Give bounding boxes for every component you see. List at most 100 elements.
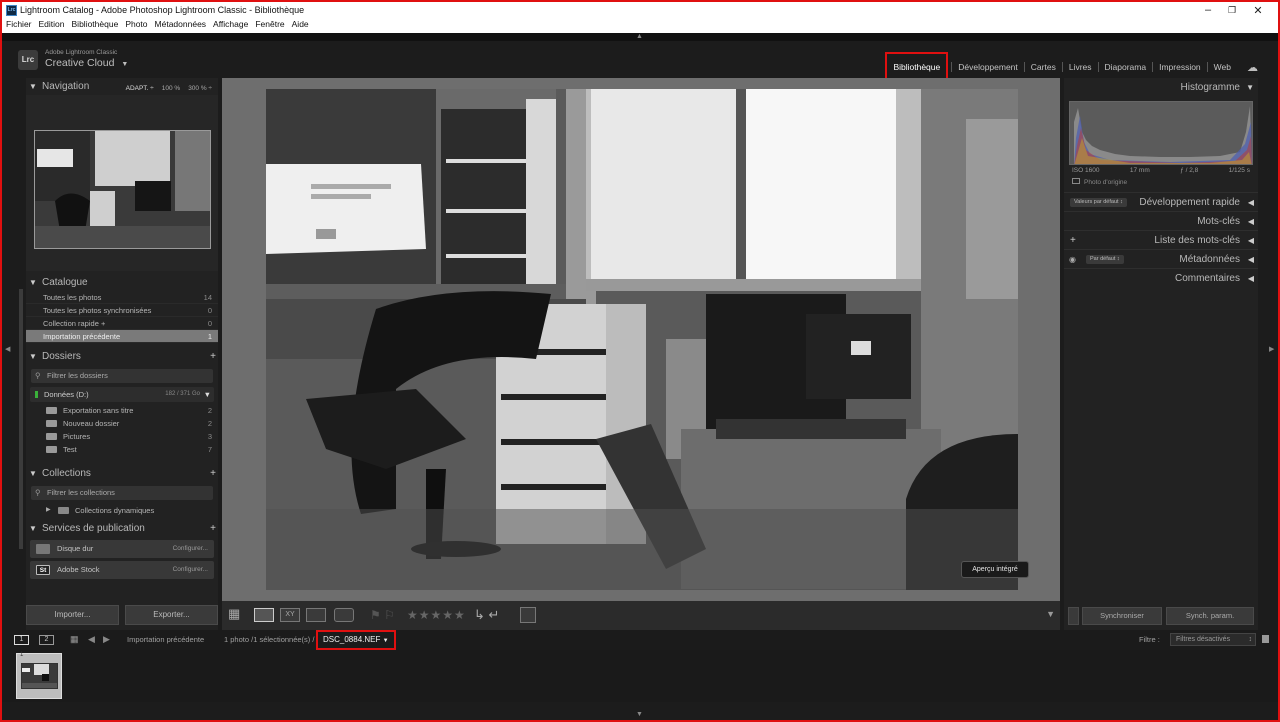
collapse-arrow-icon[interactable]: ▼ [29, 348, 37, 365]
collapse-arrow-icon[interactable]: ▼ [29, 465, 37, 482]
compare-view-icon[interactable]: XY [280, 608, 300, 622]
flag-icons[interactable]: ⚑ ⚐ [370, 608, 395, 622]
eye-icon[interactable]: ◉ [1069, 250, 1076, 269]
crop-overlay-icon[interactable] [520, 607, 536, 623]
cloud-sync-icon[interactable]: ☁ [1247, 61, 1258, 74]
menu-metadonnees[interactable]: Métadonnées [155, 19, 207, 33]
filmstrip-thumbnail[interactable] [16, 653, 62, 699]
identity-big-text[interactable]: Creative Cloud ▼ [45, 57, 128, 69]
folder-filter-input[interactable]: ⚲ Filtrer les dossiers [31, 369, 213, 383]
publish-header[interactable]: ▼ Services de publication + [26, 520, 218, 537]
expand-arrow-icon[interactable]: ◀ [1248, 269, 1254, 288]
add-folder-icon[interactable]: + [210, 348, 216, 365]
navigation-header[interactable]: ▼ Navigation ADAPT. ÷ 100 % 300 % ÷ [26, 78, 218, 95]
publish-service-row[interactable]: Disque dur Configurer... [30, 540, 214, 558]
dossiers-header[interactable]: ▼ Dossiers + [26, 348, 218, 365]
catalogue-row-selected[interactable]: Importation précédente 1 [26, 330, 218, 343]
keywords-header[interactable]: Mots-clés ◀ [1064, 211, 1258, 230]
lock-icon[interactable] [1262, 635, 1269, 643]
module-developpement[interactable]: Développement [951, 62, 1024, 72]
comments-header[interactable]: Commentaires ◀ [1064, 268, 1258, 287]
menu-fenetre[interactable]: Fenêtre [255, 19, 284, 33]
configure-link[interactable]: Configurer... [173, 561, 208, 579]
module-web[interactable]: Web [1206, 62, 1237, 72]
expand-arrow-icon[interactable]: ◀ [1248, 231, 1254, 250]
catalogue-row[interactable]: Toutes les photos 14 [26, 291, 218, 304]
rotate-icons[interactable]: ↳ ↵ [474, 607, 499, 623]
expand-arrow-icon[interactable]: ◀ [1248, 250, 1254, 269]
module-diaporama[interactable]: Diaporama [1097, 62, 1153, 72]
histogram-header[interactable]: Histogramme ▼ [1064, 78, 1258, 97]
drive-dropdown-icon[interactable]: ▼ [204, 387, 211, 402]
collections-header[interactable]: ▼ Collections + [26, 465, 218, 482]
folder-row[interactable]: Nouveau dossier 2 [26, 417, 218, 430]
menu-photo[interactable]: Photo [125, 19, 147, 33]
grid-view-icon[interactable]: ▦ [228, 607, 248, 622]
menu-affichage[interactable]: Affichage [213, 19, 248, 33]
forward-arrow-icon[interactable]: ▶ [103, 634, 110, 645]
import-button[interactable]: Importer... [26, 605, 119, 625]
close-icon[interactable]: ✕ [1248, 4, 1268, 17]
filter-select[interactable]: Filtres désactivés ↕ [1170, 633, 1256, 646]
export-button[interactable]: Exporter... [125, 605, 218, 625]
left-panel-toggle-icon[interactable]: ◀ [5, 345, 10, 353]
sync-toggle-switch[interactable] [1068, 607, 1079, 625]
collapse-arrow-icon[interactable]: ▼ [29, 78, 37, 95]
collapse-arrow-icon[interactable]: ▼ [29, 274, 37, 291]
module-impression[interactable]: Impression [1152, 62, 1207, 72]
filmstrip-source[interactable]: Importation précédente [127, 635, 204, 644]
folder-row[interactable]: Test 7 [26, 443, 218, 456]
synchronize-button[interactable]: Synchroniser [1082, 607, 1162, 625]
menu-bibliotheque[interactable]: Bibliothèque [72, 19, 119, 33]
toolbar-menu-icon[interactable]: ▼ [1046, 609, 1055, 619]
star-rating-icon[interactable]: ★★★★★ [407, 608, 466, 622]
metadata-header[interactable]: ◉ Par défaut ↕ Métadonnées ◀ [1064, 249, 1258, 268]
survey-view-icon[interactable] [306, 608, 326, 622]
original-photo-toggle[interactable]: Photo d'origine [1064, 178, 1258, 186]
left-panel-scrollbar[interactable] [19, 289, 23, 549]
restore-icon[interactable]: ❐ [1222, 5, 1242, 16]
menu-edition[interactable]: Edition [39, 19, 65, 33]
add-keyword-icon[interactable]: + [1070, 231, 1076, 250]
quick-develop-header[interactable]: Valeurs par défaut ↕ Développement rapide… [1064, 192, 1258, 211]
expand-arrow-icon[interactable]: ◀ [1248, 212, 1254, 231]
menu-fichier[interactable]: Fichier [6, 19, 32, 33]
catalogue-header[interactable]: ▼ Catalogue [26, 274, 218, 291]
filmstrip-toggle-icon[interactable]: ▼ [636, 711, 643, 718]
publish-service-row[interactable]: St Adobe Stock Configurer... [30, 561, 214, 579]
expand-arrow-icon[interactable]: ◀ [1248, 193, 1254, 212]
add-publish-service-icon[interactable]: + [210, 520, 216, 537]
catalogue-row[interactable]: Collection rapide + 0 [26, 317, 218, 330]
quick-develop-preset-select[interactable]: Valeurs par défaut ↕ [1070, 198, 1127, 207]
folder-row[interactable]: Pictures 3 [26, 430, 218, 443]
smart-collections-row[interactable]: ▶ Collections dynamiques [26, 504, 218, 517]
module-livres[interactable]: Livres [1061, 62, 1098, 72]
expand-arrow-icon[interactable]: ▶ [46, 504, 51, 517]
drive-row[interactable]: Données (D:) 182 / 371 Go ▼ [30, 387, 214, 402]
back-arrow-icon[interactable]: ◀ [88, 634, 95, 645]
top-panel-toggle-icon[interactable]: ▲ [636, 33, 643, 40]
people-view-icon[interactable] [334, 608, 354, 622]
secondary-window-button[interactable]: 2 [39, 635, 54, 645]
primary-window-button[interactable]: 1 [14, 635, 29, 645]
menu-aide[interactable]: Aide [292, 19, 309, 33]
collection-filter-input[interactable]: ⚲ Filtrer les collections [31, 486, 213, 500]
loupe-view-icon[interactable] [254, 608, 274, 622]
minimize-icon[interactable]: – [1198, 4, 1218, 16]
collapse-arrow-icon[interactable]: ▼ [1246, 78, 1254, 97]
navigator-preview[interactable] [34, 130, 211, 249]
catalogue-row[interactable]: Toutes les photos synchronisées 0 [26, 304, 218, 317]
metadata-preset-select[interactable]: Par défaut ↕ [1086, 255, 1124, 264]
keyword-list-header[interactable]: + Liste des mots-clés ◀ [1064, 230, 1258, 249]
folder-row[interactable]: Exportation sans titre 2 [26, 404, 218, 417]
identity-caret-icon[interactable]: ▼ [121, 61, 128, 68]
right-panel-toggle-icon[interactable]: ▶ [1269, 345, 1274, 353]
filename-dropdown[interactable]: DSC_0884.NEF ▼ [316, 630, 396, 650]
collapse-arrow-icon[interactable]: ▼ [29, 520, 37, 537]
add-collection-icon[interactable]: + [210, 465, 216, 482]
grid-icon[interactable]: ▦ [70, 634, 79, 645]
module-cartes[interactable]: Cartes [1023, 62, 1062, 72]
sync-settings-button[interactable]: Synch. param. [1166, 607, 1254, 625]
configure-link[interactable]: Configurer... [173, 540, 208, 558]
checkbox-icon[interactable] [1072, 178, 1080, 184]
